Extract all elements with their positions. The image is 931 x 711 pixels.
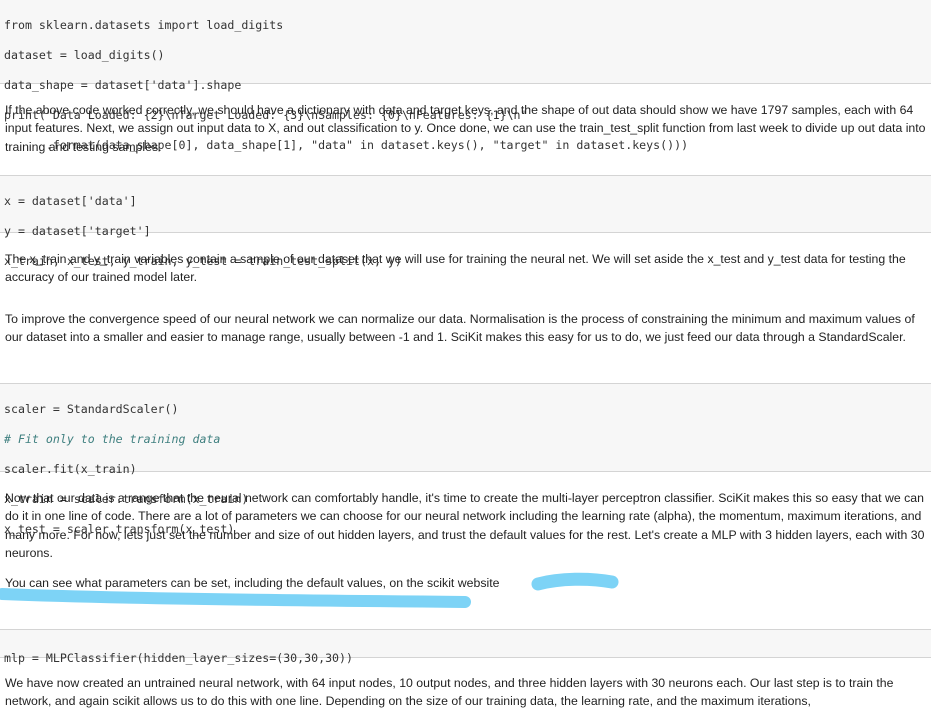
redaction-scribble xyxy=(0,572,619,608)
markdown-paragraph: If the above code worked correctly, we s… xyxy=(5,103,926,154)
code-cell-4[interactable]: mlp = MLPClassifier(hidden_layer_sizes=(… xyxy=(0,629,931,665)
markdown-paragraph: We have now created an untrained neural … xyxy=(5,676,894,709)
code-line: x = dataset['data'] xyxy=(4,194,137,208)
code-cell-1[interactable]: from sklearn.datasets import load_digits… xyxy=(0,0,931,152)
markdown-paragraph: The x_train and y_train variables contai… xyxy=(5,252,906,285)
code-line: data_shape = dataset['data'].shape xyxy=(4,78,242,92)
code-cell-2[interactable]: x = dataset['data'] y = dataset['target'… xyxy=(0,175,931,268)
code-line: scaler = StandardScaler() xyxy=(4,402,179,416)
code-line: y = dataset['target'] xyxy=(4,224,151,238)
code-comment: # Fit only to the training data xyxy=(4,432,221,446)
code-line: from sklearn.datasets import load_digits xyxy=(4,18,284,32)
markdown-paragraph: Now that our data is a range that the ne… xyxy=(5,491,925,560)
code-cell-3[interactable]: scaler = StandardScaler() # Fit only to … xyxy=(0,383,931,536)
code-line: scaler.fit(x_train) xyxy=(4,462,137,476)
code-line: dataset = load_digits() xyxy=(4,48,165,62)
code-line: mlp = MLPClassifier(hidden_layer_sizes=(… xyxy=(4,651,354,665)
markdown-paragraph: To improve the convergence speed of our … xyxy=(5,312,915,345)
